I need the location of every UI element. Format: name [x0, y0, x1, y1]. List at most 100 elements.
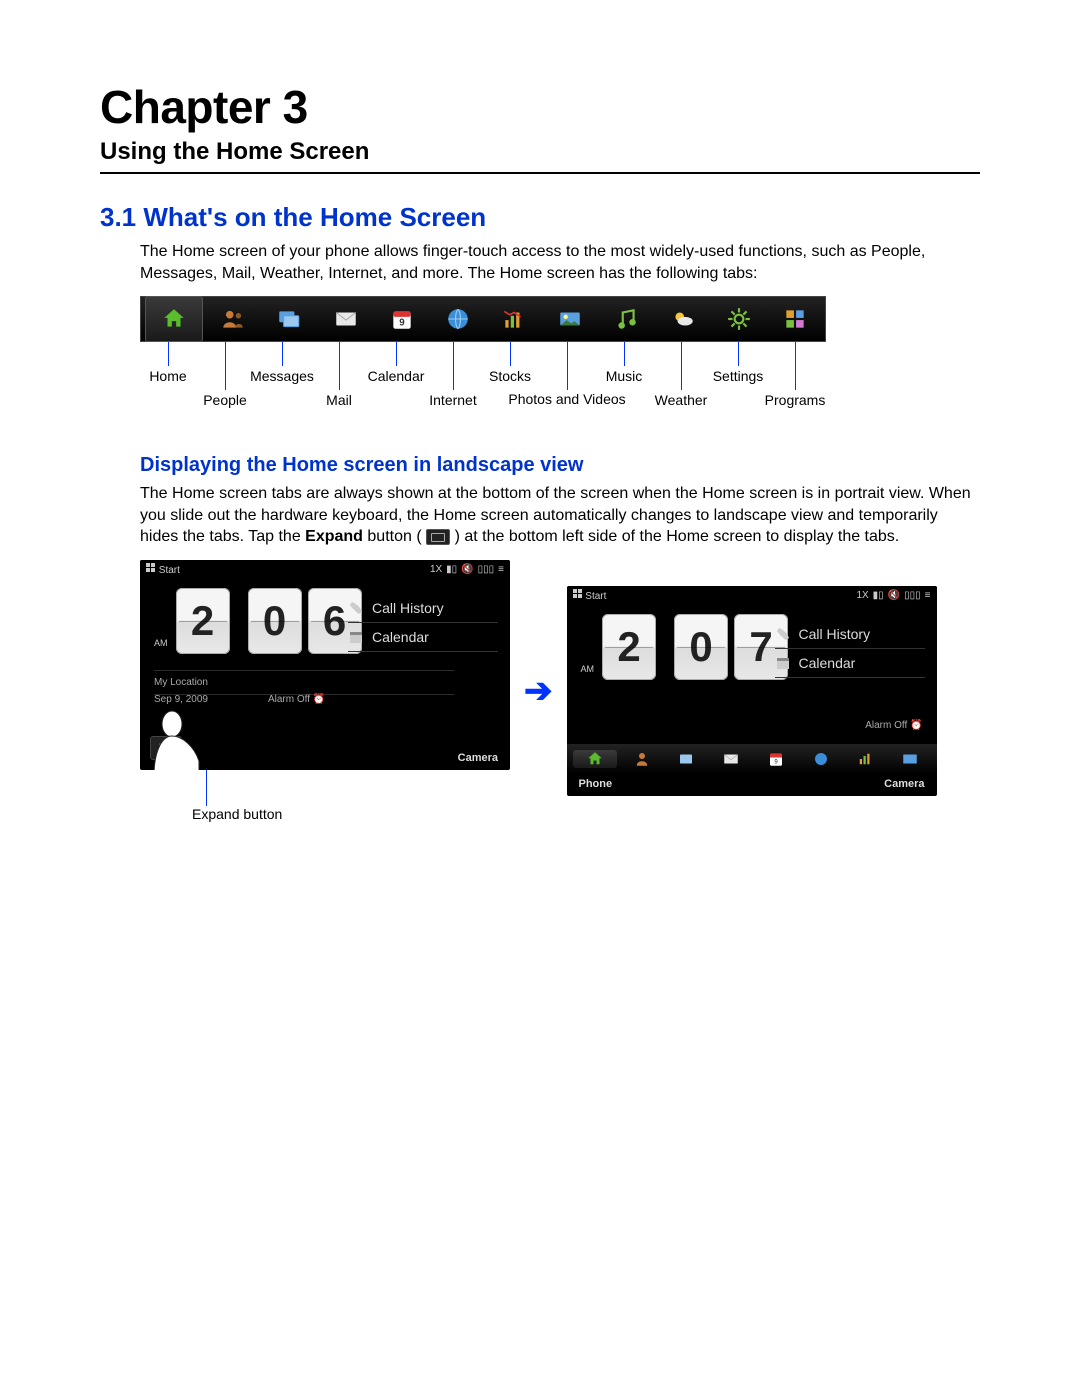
- expand-leader-line: [206, 770, 207, 806]
- signal-bars-icon: ▮▯: [446, 564, 457, 575]
- messages-icon: [276, 306, 302, 332]
- para-text-2: button (: [363, 528, 422, 545]
- label-home: Home: [149, 368, 186, 384]
- link-call-history[interactable]: Call History: [775, 620, 925, 649]
- clock-min1: 0: [248, 588, 302, 654]
- label-calendar: Calendar: [368, 368, 425, 384]
- home-icon: [161, 306, 187, 332]
- mini-tab-stocks[interactable]: [843, 750, 888, 768]
- start-label[interactable]: Start: [146, 563, 180, 576]
- mini-tab-internet[interactable]: [798, 750, 843, 768]
- tab-settings[interactable]: [711, 297, 767, 341]
- date-label: Sep 9, 2009: [154, 694, 208, 705]
- calendar-icon: 9: [389, 306, 415, 332]
- call-history-icon: [775, 626, 791, 642]
- quick-links: Call History Calendar: [348, 594, 498, 652]
- people-icon: [220, 306, 246, 332]
- link-calendar[interactable]: Calendar: [348, 623, 498, 652]
- finger-tap-illustration: [144, 706, 214, 770]
- signal-1x-icon: 1X: [856, 590, 868, 601]
- home-screen-tabbar: 9: [140, 296, 826, 342]
- phone-screenshot-right: Start 1X ▮▯ 🔇 ▯▯▯ ≡ AM 2 0 7: [567, 586, 937, 796]
- mini-tab-photos[interactable]: [888, 750, 933, 768]
- tab-labels: Home People Messages Mail Calendar Inter…: [140, 342, 824, 432]
- tab-people[interactable]: [205, 297, 261, 341]
- alarm-row: Alarm Off ⏰: [865, 720, 922, 731]
- windows-icon: [573, 589, 583, 599]
- landscape-figure-row: Start 1X ▮▯ 🔇 ▯▯▯ ≡ AM 2 0 6: [140, 560, 980, 822]
- mini-tab-people[interactable]: [619, 750, 664, 768]
- ampm-label: AM: [581, 664, 595, 680]
- label-mail: Mail: [326, 392, 352, 408]
- tab-photos-videos[interactable]: [542, 297, 598, 341]
- calendar-small-icon: [775, 655, 791, 671]
- page: Chapter 3 Using the Home Screen 3.1 What…: [0, 0, 1080, 882]
- label-weather: Weather: [655, 392, 708, 408]
- status-icons: 1X ▮▯ 🔇 ▯▯▯ ≡: [430, 564, 504, 575]
- tab-stocks[interactable]: [486, 297, 542, 341]
- gear-icon: [726, 306, 752, 332]
- tab-calendar[interactable]: 9: [374, 297, 430, 341]
- stocks-icon: [501, 306, 527, 332]
- label-programs: Programs: [765, 392, 826, 408]
- tab-internet[interactable]: [430, 297, 486, 341]
- expand-inline-icon: [426, 529, 450, 545]
- tabbar-figure: 9: [140, 296, 980, 432]
- svg-text:9: 9: [399, 318, 405, 329]
- chapter-subtitle: Using the Home Screen: [100, 138, 980, 174]
- location-row: My Location: [154, 670, 454, 695]
- label-photos-videos: Photos and Videos: [508, 392, 625, 407]
- label-internet: Internet: [429, 392, 476, 408]
- speaker-icon: 🔇: [888, 590, 900, 601]
- ampm-label: AM: [154, 638, 168, 654]
- chapter-title: Chapter 3: [100, 80, 980, 134]
- windows-icon: [146, 563, 156, 573]
- intro-paragraph: The Home screen of your phone allows fin…: [140, 241, 980, 284]
- expand-button-callout: Expand button: [192, 806, 510, 822]
- battery-icon: ▯▯▯: [904, 590, 921, 601]
- tab-messages[interactable]: [261, 297, 317, 341]
- call-history-icon: [348, 600, 364, 616]
- landscape-paragraph: The Home screen tabs are always shown at…: [140, 483, 980, 548]
- label-people: People: [203, 392, 247, 408]
- link-calendar[interactable]: Calendar: [775, 649, 925, 678]
- statusbar-right: Start 1X ▮▯ 🔇 ▯▯▯ ≡: [567, 586, 937, 606]
- battery-icon: ▯▯▯: [478, 564, 495, 575]
- label-messages: Messages: [250, 368, 314, 384]
- tab-programs[interactable]: [767, 297, 823, 341]
- tab-home[interactable]: [145, 296, 203, 342]
- quick-links: Call History Calendar: [775, 620, 925, 678]
- mini-tab-calendar[interactable]: 9: [754, 750, 799, 768]
- clock-hour: 2: [602, 614, 656, 680]
- tab-music[interactable]: [598, 297, 654, 341]
- clock-hour: 2: [176, 588, 230, 654]
- section-heading: 3.1 What's on the Home Screen: [100, 202, 980, 233]
- location-label: My Location: [154, 677, 208, 688]
- tab-mail[interactable]: [318, 297, 374, 341]
- globe-icon: [445, 306, 471, 332]
- link-call-history[interactable]: Call History: [348, 594, 498, 623]
- flip-clock: AM 2 0 6: [154, 588, 362, 654]
- photos-icon: [557, 306, 583, 332]
- alarm-label: Alarm Off ⏰: [268, 694, 325, 705]
- camera-softkey[interactable]: Camera: [884, 778, 924, 790]
- phone-softkey[interactable]: Phone: [579, 778, 613, 790]
- arrow-right-icon: ➔: [524, 671, 553, 711]
- mini-tab-messages[interactable]: [664, 750, 709, 768]
- clock-min1: 0: [674, 614, 728, 680]
- signal-bars-icon: ▮▯: [873, 590, 884, 601]
- para-text-3: ) at the bottom left side of the Home sc…: [455, 528, 900, 545]
- label-music: Music: [606, 368, 643, 384]
- status-icons: 1X ▮▯ 🔇 ▯▯▯ ≡: [856, 590, 930, 601]
- calendar-small-icon: [348, 629, 364, 645]
- subsection-heading: Displaying the Home screen in landscape …: [140, 454, 980, 477]
- mail-icon: [333, 306, 359, 332]
- mini-tab-mail[interactable]: [709, 750, 754, 768]
- label-settings: Settings: [713, 368, 764, 384]
- tab-weather[interactable]: [655, 297, 711, 341]
- camera-softkey[interactable]: Camera: [458, 752, 498, 764]
- statusbar-left: Start 1X ▮▯ 🔇 ▯▯▯ ≡: [140, 560, 510, 580]
- mini-tab-home[interactable]: [573, 750, 618, 768]
- start-label[interactable]: Start: [573, 589, 607, 602]
- date-row: Sep 9, 2009 Alarm Off ⏰: [154, 694, 325, 705]
